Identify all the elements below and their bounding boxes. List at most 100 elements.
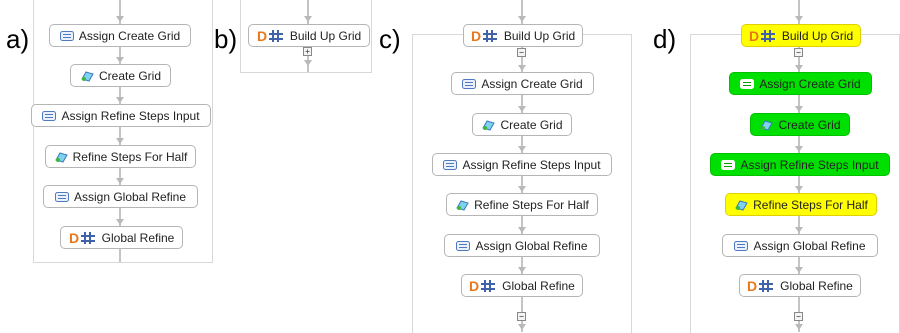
svg-text:D: D <box>749 29 759 43</box>
flow-arrow <box>116 16 124 22</box>
flow-arrow <box>116 138 124 144</box>
node-assign-refine-steps-input[interactable]: Assign Refine Steps Input <box>432 153 612 176</box>
node-label: Create Grid <box>778 117 841 132</box>
svg-text:D: D <box>471 29 481 43</box>
node-label: Global Refine <box>101 230 175 245</box>
node-assign-global-refine[interactable]: Assign Global Refine <box>444 234 600 257</box>
assign-icon <box>721 159 736 170</box>
node-refine-steps-for-half[interactable]: Refine Steps For Half <box>725 193 877 216</box>
flow-arrow <box>518 227 526 233</box>
subworkflow-icon: D <box>257 29 285 43</box>
flow-arrow <box>518 324 526 330</box>
flow-arrow <box>795 146 803 152</box>
node-label: Assign Create Grid <box>759 76 861 91</box>
svg-text:D: D <box>747 279 757 293</box>
node-assign-create-grid[interactable]: Assign Create Grid <box>49 24 191 47</box>
flow-arrow <box>795 267 803 273</box>
flow-arrow <box>795 186 803 192</box>
script-icon <box>455 199 469 211</box>
node-global-refine[interactable]: D Global Refine <box>60 226 183 249</box>
node-build-up-grid-collapsed[interactable]: D Build Up Grid <box>248 24 370 47</box>
panel-label-b: b) <box>214 24 238 54</box>
node-label: Refine Steps For Half <box>474 197 589 212</box>
subworkflow-icon: D <box>469 279 497 293</box>
node-label: Build Up Grid <box>781 28 854 43</box>
subworkflow-icon: D <box>471 29 499 43</box>
node-create-grid[interactable]: Create Grid <box>70 64 171 87</box>
assign-icon <box>59 30 74 41</box>
flow-arrow <box>518 106 526 112</box>
assign-icon <box>740 78 755 89</box>
svg-text:D: D <box>469 279 479 293</box>
node-label: Refine Steps For Half <box>72 149 188 164</box>
flow-arrow <box>795 106 803 112</box>
svg-text:D: D <box>257 29 267 43</box>
node-refine-steps-for-half[interactable]: Refine Steps For Half <box>45 145 196 168</box>
flow-arrow <box>518 65 526 71</box>
node-assign-create-grid[interactable]: Assign Create Grid <box>729 72 872 95</box>
flow-arrow <box>304 16 312 22</box>
assign-icon <box>462 78 477 89</box>
collapse-toggle[interactable]: − <box>517 312 526 321</box>
node-assign-refine-steps-input[interactable]: Assign Refine Steps Input <box>31 104 211 127</box>
node-assign-refine-steps-input[interactable]: Assign Refine Steps Input <box>710 153 890 176</box>
node-label: Assign Global Refine <box>475 238 588 253</box>
flow-arrow <box>116 219 124 225</box>
panel-label-d: d) <box>653 24 677 54</box>
assign-icon <box>42 110 57 121</box>
node-label: Assign Create Grid <box>78 28 181 43</box>
panel-label-a: a) <box>6 24 30 54</box>
assign-icon <box>456 240 471 251</box>
collapse-toggle[interactable]: − <box>794 312 803 321</box>
node-label: Create Grid <box>98 68 162 83</box>
svg-text:D: D <box>69 231 79 245</box>
node-assign-global-refine[interactable]: Assign Global Refine <box>722 234 878 257</box>
collapse-toggle[interactable]: − <box>794 48 803 57</box>
assign-icon <box>734 240 749 251</box>
node-label: Build Up Grid <box>289 28 362 43</box>
node-label: Assign Global Refine <box>753 238 866 253</box>
node-assign-global-refine[interactable]: Assign Global Refine <box>43 185 198 208</box>
flow-arrow <box>795 227 803 233</box>
script-icon <box>759 119 774 131</box>
flow-arrow <box>518 186 526 192</box>
node-create-grid[interactable]: Create Grid <box>472 113 572 136</box>
node-label: Assign Refine Steps Input <box>740 157 879 172</box>
flow-arrow <box>304 60 312 66</box>
node-build-up-grid[interactable]: D Build Up Grid <box>463 24 583 47</box>
subworkflow-icon: D <box>749 29 777 43</box>
node-global-refine[interactable]: D Global Refine <box>739 274 861 297</box>
flow-arrow <box>116 57 124 63</box>
node-create-grid[interactable]: Create Grid <box>750 113 850 136</box>
node-label: Assign Global Refine <box>73 189 187 204</box>
node-global-refine[interactable]: D Global Refine <box>461 274 583 297</box>
assign-icon <box>54 191 69 202</box>
node-label: Refine Steps For Half <box>753 197 868 212</box>
node-label: Build Up Grid <box>503 28 576 43</box>
collapse-toggle[interactable]: − <box>517 48 526 57</box>
flow-arrow <box>518 16 526 22</box>
subworkflow-icon: D <box>747 279 775 293</box>
flow-arrow <box>518 146 526 152</box>
node-label: Assign Create Grid <box>481 76 583 91</box>
script-icon <box>734 199 748 211</box>
expand-toggle[interactable]: + <box>303 47 312 56</box>
script-icon <box>481 119 496 131</box>
flow-arrow <box>116 178 124 184</box>
node-assign-create-grid[interactable]: Assign Create Grid <box>451 72 594 95</box>
flow-arrow <box>518 267 526 273</box>
node-refine-steps-for-half[interactable]: Refine Steps For Half <box>446 193 598 216</box>
node-label: Create Grid <box>500 117 563 132</box>
node-label: Global Refine <box>780 278 853 293</box>
flow-arrow <box>795 324 803 330</box>
flow-arrow <box>795 65 803 71</box>
node-label: Global Refine <box>502 278 575 293</box>
script-icon <box>80 70 94 82</box>
subworkflow-icon: D <box>69 231 97 245</box>
flow-arrow <box>116 97 124 103</box>
assign-icon <box>443 159 458 170</box>
node-build-up-grid[interactable]: D Build Up Grid <box>741 24 861 47</box>
panel-label-c: c) <box>379 24 401 54</box>
flow-arrow <box>795 16 803 22</box>
node-label: Assign Refine Steps Input <box>462 157 601 172</box>
